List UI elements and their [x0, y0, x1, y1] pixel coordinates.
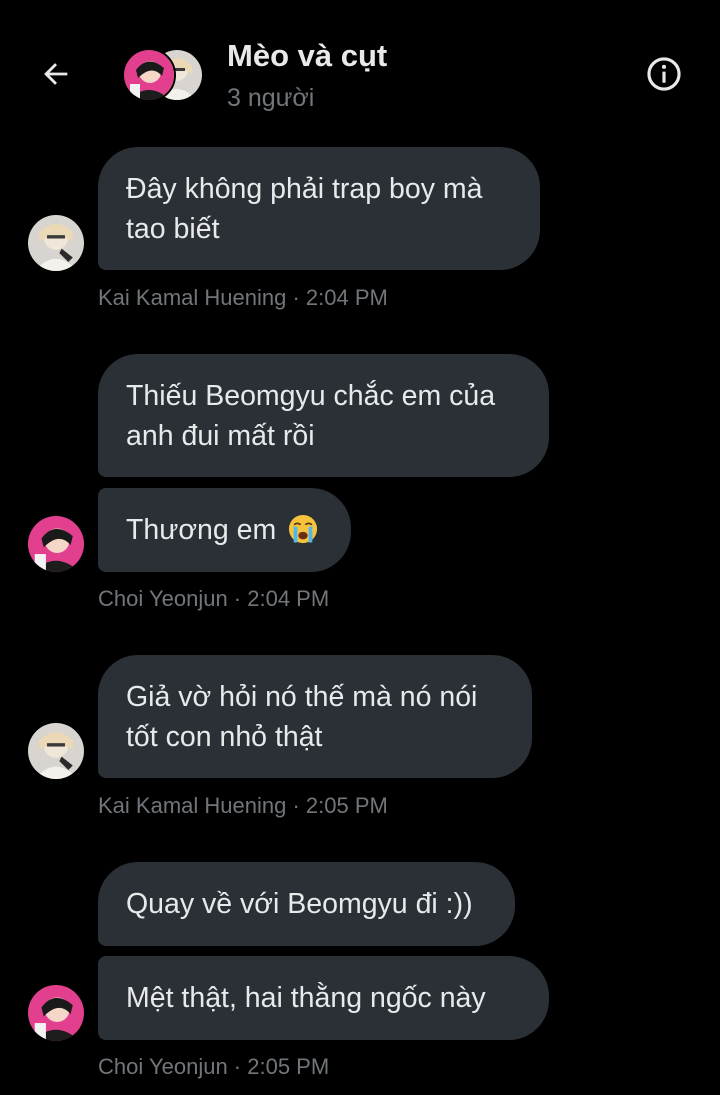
info-button[interactable] [642, 52, 686, 96]
message-time: 2:05 PM [305, 793, 388, 818]
group-avatar[interactable] [122, 48, 204, 102]
message-text: anh đui mất rồi [126, 420, 315, 452]
avatar-member-yeonjun [122, 48, 176, 102]
member-count[interactable]: 3 người [227, 84, 314, 113]
message-time: 2:04 PM [305, 285, 388, 310]
message-time: 2:04 PM [247, 586, 330, 611]
message-bubble[interactable]: Đây không phải trap boy mà tao biết [98, 147, 540, 270]
message-text: Đây không phải trap boy mà [126, 173, 483, 205]
message-text: Giả vờ hỏi nó thế mà nó nói [126, 681, 478, 713]
meta-separator: · [286, 285, 306, 310]
message-text: Quay về với Beomgyu đi :)) [126, 888, 473, 920]
message-bubble[interactable]: Giả vờ hỏi nó thế mà nó nói tốt con nhỏ … [98, 655, 532, 778]
meta-separator: · [286, 793, 306, 818]
meta-separator: · [227, 1054, 248, 1079]
message-meta: Choi Yeonjun · 2:05 PM [98, 1054, 329, 1080]
loudly-crying-face-icon [289, 514, 318, 544]
avatar[interactable] [28, 215, 84, 271]
avatar[interactable] [28, 516, 84, 572]
sender-name[interactable]: Kai Kamal Huening [98, 285, 286, 310]
sender-name[interactable]: Kai Kamal Huening [98, 793, 286, 818]
message-text: tao biết [126, 213, 220, 245]
message-text: Mệt thật, hai thằng ngốc này [126, 982, 486, 1014]
message-meta: Choi Yeonjun · 2:04 PM [98, 586, 329, 612]
meta-separator: · [227, 586, 248, 611]
message-text: tốt con nhỏ thật [126, 721, 323, 753]
message-text: Thiếu Beomgyu chắc em của [126, 380, 496, 412]
message-bubble[interactable]: Thương em [98, 488, 351, 572]
info-circle-icon [647, 57, 681, 91]
message-bubble[interactable]: Quay về với Beomgyu đi :)) [98, 862, 515, 946]
sender-name[interactable]: Choi Yeonjun [98, 1054, 228, 1079]
avatar[interactable] [28, 985, 84, 1041]
conversation-title[interactable]: Mèo và cụt [227, 38, 387, 74]
message-text: Thương em [126, 514, 277, 546]
avatar[interactable] [28, 723, 84, 779]
message-bubble[interactable]: Thiếu Beomgyu chắc em của anh đui mất rồ… [98, 354, 549, 477]
message-meta: Kai Kamal Huening · 2:04 PM [98, 285, 388, 311]
message-bubble[interactable]: Mệt thật, hai thằng ngốc này [98, 956, 549, 1040]
message-time: 2:05 PM [247, 1054, 330, 1079]
conversation-header: Mèo và cụt 3 người [0, 0, 720, 130]
back-button[interactable] [34, 52, 78, 96]
sender-name[interactable]: Choi Yeonjun [98, 586, 228, 611]
arrow-left-icon [44, 63, 68, 85]
message-meta: Kai Kamal Huening · 2:05 PM [98, 793, 388, 819]
